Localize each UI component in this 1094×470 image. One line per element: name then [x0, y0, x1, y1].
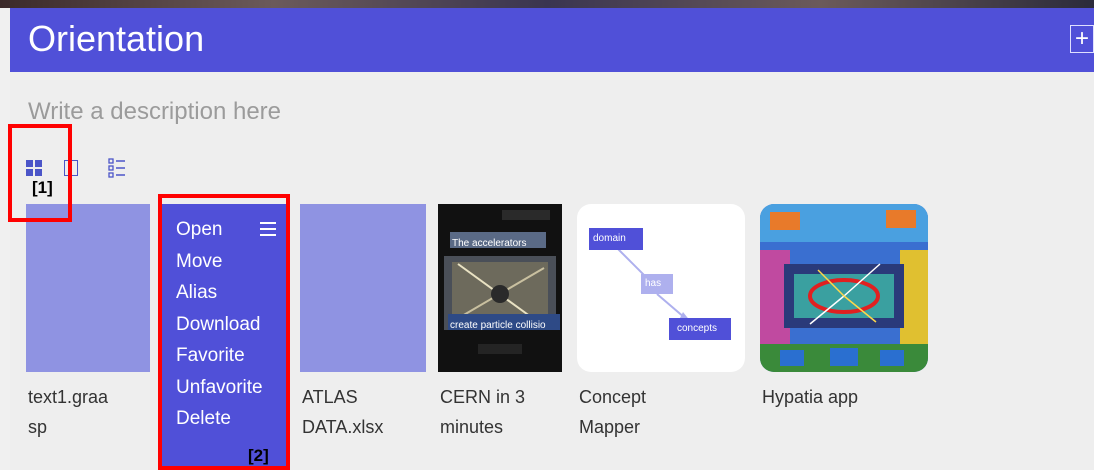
item-thumbnail — [300, 204, 426, 372]
annotation-label-2: [2] — [248, 446, 269, 465]
annotation-label-1: [1] — [32, 178, 53, 197]
list-view-icon[interactable] — [108, 158, 126, 178]
item-thumbnail — [26, 204, 150, 372]
item-atlas-data[interactable]: ATLAS DATA.xlsx — [300, 204, 426, 444]
item-name: Hypatia app — [762, 387, 859, 407]
item-name: ATLAS DATA.xlsx — [302, 387, 384, 437]
video-caption-top: The accelerators — [452, 238, 527, 249]
window-top-strip — [0, 0, 1094, 8]
item-name: CERN in 3 minutes — [440, 387, 526, 437]
concept-map-thumbnail: domain has concepts — [577, 204, 745, 372]
item-text1[interactable]: text1.graa sp — [26, 204, 150, 444]
node-has: has — [641, 274, 673, 294]
video-thumbnail — [438, 204, 562, 372]
add-button[interactable]: + — [1070, 25, 1094, 53]
annotation-box-2 — [158, 194, 290, 470]
video-caption-bottom: create particle collisio — [450, 320, 546, 331]
item-concept-mapper[interactable]: domain has concepts Concept Mapper — [577, 204, 745, 444]
item-hypatia-app[interactable]: Hypatia app — [760, 204, 928, 444]
description-field[interactable]: Write a description here — [28, 98, 281, 126]
hypatia-thumbnail — [760, 204, 928, 372]
annotation-box-1 — [8, 124, 72, 222]
page-title: Orientation — [28, 18, 205, 59]
collection-header: Orientation + — [10, 8, 1094, 72]
item-name: text1.graa sp — [28, 387, 109, 437]
item-cern-video[interactable]: The accelerators create particle collisi… — [438, 204, 562, 444]
collection-body: Write a description here text1.graa sp Op… — [8, 72, 1094, 470]
item-name: Concept Mapper — [579, 387, 647, 437]
node-concepts: concepts — [669, 318, 731, 340]
node-domain: domain — [589, 228, 643, 250]
